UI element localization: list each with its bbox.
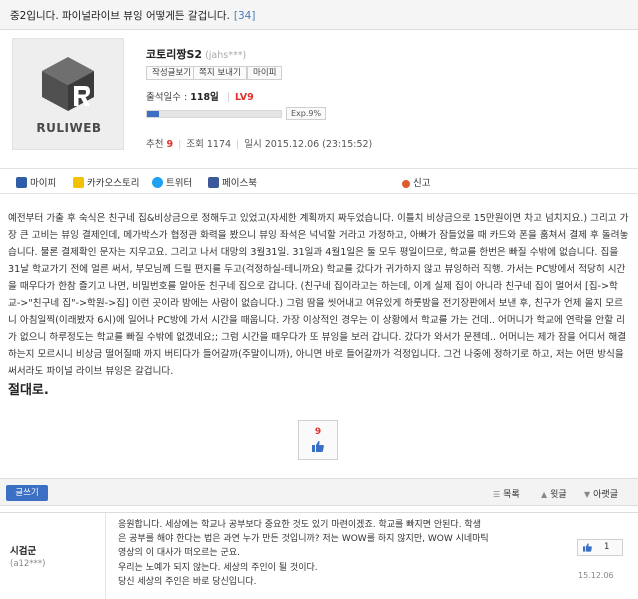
comment-author: 시검군 (a12***)	[0, 513, 106, 599]
views-label: 조회	[186, 139, 204, 150]
comment-nickname[interactable]: 시검군	[10, 543, 36, 557]
post-title-bar: 중2입니다. 파이널라이브 뷰잉 어떻게든 갈겁니다. [34]	[0, 0, 638, 30]
share-twitter-label: 트위터	[166, 178, 193, 189]
share-twitter[interactable]: 트위터	[152, 175, 192, 189]
comment-recommend-button[interactable]: 1	[577, 539, 623, 556]
exp-progress-bar	[146, 110, 282, 118]
recommend-value: 9	[166, 139, 174, 150]
previous-post-button[interactable]: ▲ 윗글	[541, 487, 567, 500]
comment-text: 응원합니다. 세상에는 학교나 공부보다 중요한 것도 있기 마련이겠죠. 학교…	[118, 518, 560, 589]
kakaostory-icon	[73, 177, 84, 188]
author-nickname-text[interactable]: 코토리짱S2	[146, 48, 202, 61]
next-post-label: 아랫글	[593, 490, 618, 500]
share-mypi-label: 마이피	[30, 178, 57, 189]
views-value: 1174	[206, 139, 232, 150]
post-body-emphasis: 절대로.	[8, 383, 49, 398]
twitter-icon	[152, 177, 163, 188]
recommend-label: 추천	[146, 139, 164, 150]
exp-progress-fill	[147, 111, 160, 117]
share-mypi[interactable]: 마이피	[16, 175, 56, 189]
comment-line: 응원합니다. 세상에는 학교나 공부보다 중요한 것도 있기 마련이겠죠. 학교…	[118, 520, 481, 530]
post-page: 중2입니다. 파이널라이브 뷰잉 어떻게든 갈겁니다. [34] RULIWEB …	[0, 0, 638, 599]
chevron-up-icon: ▲	[541, 490, 548, 499]
ruliweb-cube-icon	[42, 57, 94, 111]
attendance-label: 출석일수 :	[146, 92, 188, 103]
attendance-row: 출석일수 : 118일 | LV9	[146, 89, 254, 103]
chevron-down-icon: ▼	[584, 490, 591, 499]
mypi-icon	[16, 177, 27, 188]
view-posts-button[interactable]: 작성글보기	[146, 66, 198, 80]
recommend-button[interactable]: 9	[298, 420, 338, 460]
share-kakaostory-label: 카카오스토리	[87, 178, 140, 189]
thumbs-up-icon	[312, 441, 324, 452]
send-message-button[interactable]: 쪽지 보내기	[193, 66, 247, 80]
facebook-icon	[208, 177, 219, 188]
author-nickname[interactable]: 코토리짱S2 (jahs***)	[146, 46, 246, 62]
recommend-count: 9	[314, 427, 322, 437]
exp-label: Exp.9%	[286, 107, 327, 120]
post-toolbar: 글쓰기 ☰ 목록 ▲ 윗글 ▼ 아랫글	[0, 478, 638, 506]
date-label: 일시	[244, 139, 262, 150]
date-value: 2015.12.06 (23:15:52)	[264, 139, 373, 150]
report-label: 신고	[413, 178, 431, 189]
attendance-value: 118일	[190, 92, 219, 103]
comment-recommend-count: 1	[604, 542, 610, 552]
mypi-button[interactable]: 마이피	[247, 66, 283, 80]
comment-line: 영상의 이 대사가 떠오르는 군요.	[118, 548, 240, 559]
report-icon	[402, 180, 410, 188]
comment-line: 우리는 노예가 되지 않는다. 세상의 주인이 될 것이다.	[118, 562, 318, 573]
divider: |	[226, 92, 231, 103]
list-icon: ☰	[493, 490, 501, 499]
report-button[interactable]: 신고	[402, 175, 430, 189]
author-profile: RULIWEB 코토리짱S2 (jahs***) 작성글보기 쪽지 보내기 마이피…	[0, 30, 638, 160]
post-meta: 추천 9 | 조회 1174 | 일시 2015.12.06 (23:15:52)	[146, 136, 372, 150]
post-title-text: 중2입니다. 파이널라이브 뷰잉 어떻게든 갈겁니다.	[10, 10, 230, 22]
comment-date: 15.12.06	[578, 571, 614, 580]
share-facebook-label: 페이스북	[222, 178, 257, 189]
post-title: 중2입니다. 파이널라이브 뷰잉 어떻게든 갈겁니다. [34]	[10, 8, 255, 23]
list-label: 목록	[503, 490, 520, 500]
comment-user-id: (a12***)	[10, 559, 46, 569]
share-kakaostory[interactable]: 카카오스토리	[73, 175, 139, 189]
ruliweb-logo: RULIWEB	[12, 38, 124, 150]
write-button[interactable]: 글쓰기	[6, 485, 48, 501]
ruliweb-logo-text: RULIWEB	[36, 121, 102, 135]
comment-count[interactable]: [34]	[234, 10, 256, 22]
next-post-button[interactable]: ▼ 아랫글	[584, 487, 618, 500]
author-user-id: (jahs***)	[205, 50, 247, 61]
divider: |	[178, 139, 182, 150]
comment-line: 은 공부를 해야 한다는 법은 과연 누가 만든 것입니까? 저는 WOW를 하…	[118, 534, 489, 545]
share-bar: 마이피 카카오스토리 트위터 페이스북 신고	[0, 168, 638, 194]
divider: |	[236, 139, 240, 150]
thumbs-up-icon	[583, 543, 592, 552]
level-badge: LV9	[235, 92, 254, 103]
share-facebook[interactable]: 페이스북	[208, 175, 257, 189]
comment-item: 시검군 (a12***) 응원합니다. 세상에는 학교나 공부보다 중요한 것도…	[0, 512, 638, 599]
post-body: 예전부터 가출 후 숙식은 친구네 집&비상금으로 정해두고 있었고(자세한 계…	[8, 213, 629, 377]
list-button[interactable]: ☰ 목록	[493, 487, 520, 500]
previous-post-label: 윗글	[550, 490, 567, 500]
comment-line: 당신 세상의 주인은 바로 당신입니다.	[118, 576, 257, 587]
